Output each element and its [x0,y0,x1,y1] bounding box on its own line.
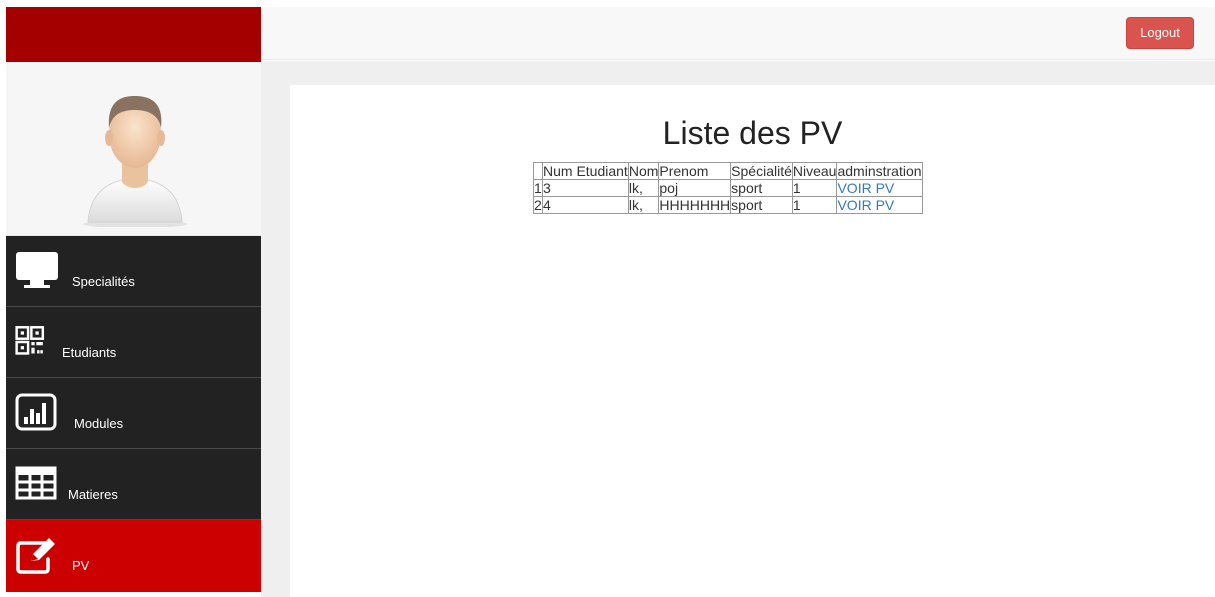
qrcode-icon [15,326,45,355]
header-administration: adminstration [836,162,923,180]
content-area: Liste des PV Num Etudiant Nom Prenom Spé… [261,61,1215,597]
cell-action: VOIR PV [836,196,923,214]
cell-niveau: 1 [791,196,838,214]
bar-chart-icon [15,393,57,431]
sidebar-item-label: Specialités [72,274,135,289]
cell-prenom: poj [658,179,732,197]
cell-index: 2 [533,196,543,214]
header-num-etudiant: Num Etudiant [542,162,629,180]
voir-pv-link[interactable]: VOIR PV [837,180,894,196]
sidebar-item-etudiants[interactable]: Etudiants [6,307,261,378]
header-niveau: Niveau [791,162,838,180]
page-title: Liste des PV [662,115,843,151]
sidebar-item-label: Modules [74,416,124,431]
sidebar-item-specialites[interactable]: Specialités [6,236,261,307]
header-index [533,162,543,180]
pv-table: Num Etudiant Nom Prenom Spécialité Nivea… [533,162,923,214]
cell-niveau: 1 [791,179,838,197]
sidebar-item-label: PV [72,558,90,573]
header-nom: Nom [627,162,660,180]
sidebar-item-label: Matieres [68,487,118,502]
table-grid-icon [15,466,57,500]
voir-pv-link[interactable]: VOIR PV [837,197,894,213]
profile-panel [6,62,261,236]
table-row: 1 3 lk, poj sport 1 VOIR PV [533,179,923,197]
user-avatar-icon [83,96,187,227]
header-prenom: Prenom [658,162,732,180]
sidebar-item-matieres[interactable]: Matieres [6,449,261,520]
sidebar: Specialités Etudiants Modules Matieres P… [6,7,261,597]
table-header-row: Num Etudiant Nom Prenom Spécialité Nivea… [533,162,923,180]
cell-nom: lk, [627,179,660,197]
content-panel: Liste des PV Num Etudiant Nom Prenom Spé… [290,85,1215,597]
cell-num-etudiant: 3 [542,179,629,197]
brand-bar [6,7,261,62]
edit-icon [16,538,55,574]
sidebar-item-pv[interactable]: PV [6,520,261,592]
logout-button[interactable]: Logout [1126,17,1194,49]
sidebar-item-modules[interactable]: Modules [6,378,261,449]
cell-index: 1 [533,179,543,197]
sidebar-item-label: Etudiants [62,345,117,360]
header-specialite: Spécialité [730,162,793,180]
cell-nom: lk, [627,196,660,214]
cell-prenom: HHHHHHH [658,196,732,214]
cell-specialite: sport [730,196,793,214]
top-navbar: Logout [261,7,1215,60]
cell-num-etudiant: 4 [542,196,629,214]
app-root: Specialités Etudiants Modules Matieres P… [0,0,1215,597]
cell-action: VOIR PV [836,179,923,197]
table-row: 2 4 lk, HHHHHHH sport 1 VOIR PV [533,196,923,214]
monitor-icon [16,252,58,288]
cell-specialite: sport [730,179,793,197]
